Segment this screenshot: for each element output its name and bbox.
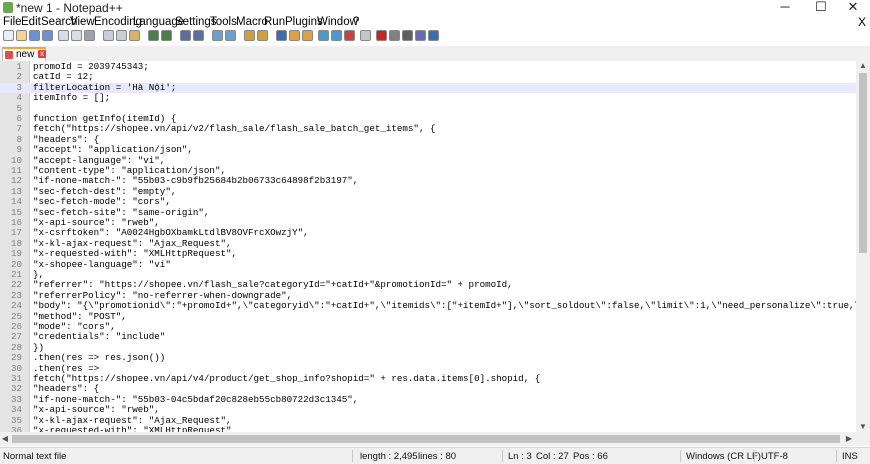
window-title: *new 1 - Notepad++ [16,1,123,15]
title-bar: *new 1 - Notepad++ ─ ☐ ✕ [0,0,870,15]
menu-file[interactable]: File [3,16,22,28]
scrollbar-corner [856,432,870,446]
status-ln: Ln : 3 [508,451,532,462]
code-line[interactable]: 29 .then(res => res.json()) [0,352,856,363]
horizontal-scroll-thumb[interactable] [12,435,840,443]
function-list-icon[interactable] [331,30,342,41]
toolbar [0,29,870,46]
unsaved-file-icon [5,51,13,59]
tab-new-1[interactable]: new 1 x [2,47,46,61]
status-file-type: Normal text file [3,451,67,462]
copy-icon[interactable] [116,30,127,41]
monitoring-icon[interactable] [360,30,371,41]
sync-vertical-icon[interactable] [244,30,255,41]
close-all-icon[interactable] [71,30,82,41]
folder-workspace-icon[interactable] [344,30,355,41]
cut-icon[interactable] [103,30,114,41]
open-file-icon[interactable] [16,30,27,41]
status-insert-mode: INS [842,451,858,462]
code-text[interactable]: fetch("https://shopee.vn/api/v4/product/… [33,373,540,384]
menu-view[interactable]: View [70,16,95,28]
horizontal-scrollbar[interactable]: ◀ ▶ [0,432,856,446]
replace-icon[interactable] [193,30,204,41]
code-text[interactable]: "credentials": "include" [33,331,165,342]
scroll-up-arrow-icon[interactable]: ▲ [856,61,870,71]
redo-icon[interactable] [161,30,172,41]
maximize-button[interactable]: ☐ [806,0,836,15]
status-eol: Windows (CR LF) [686,451,761,462]
minimize-button[interactable]: ─ [770,0,800,15]
run-macro-multiple-icon[interactable] [415,30,426,41]
word-wrap-icon[interactable] [276,30,287,41]
close-icon[interactable] [58,30,69,41]
vertical-scroll-thumb[interactable] [859,73,867,253]
scroll-left-arrow-icon[interactable]: ◀ [0,432,10,446]
play-macro-icon[interactable] [402,30,413,41]
vertical-scrollbar[interactable]: ▲ ▼ [856,61,870,432]
code-line[interactable]: 20 "x-shopee-language": "vi" [0,259,856,270]
status-length: length : 2,495 [360,451,418,462]
code-line[interactable]: 31 fetch("https://shopee.vn/api/v4/produc… [0,373,856,384]
status-col: Col : 27 [536,451,569,462]
show-all-chars-icon[interactable] [289,30,300,41]
print-icon[interactable] [84,30,95,41]
code-line[interactable]: 1 promoId = 2039745343; [0,61,856,72]
close-document-button[interactable]: X [858,15,866,29]
code-line[interactable]: 27 "credentials": "include" [0,331,856,342]
stop-record-icon[interactable] [389,30,400,41]
menu-bar: File Edit Search View Encoding Language … [0,15,870,29]
status-bar: Normal text file length : 2,495 lines : … [0,447,870,464]
save-icon[interactable] [29,30,40,41]
zoom-out-icon[interactable] [225,30,236,41]
find-icon[interactable] [180,30,191,41]
document-map-icon[interactable] [318,30,329,41]
close-button[interactable]: ✕ [838,0,868,15]
code-line[interactable]: 7 fetch("https://shopee.vn/api/v2/flash_s… [0,123,856,134]
code-text[interactable]: "x-shopee-language": "vi" [33,259,171,270]
code-line[interactable]: 4 itemInfo = []; [0,92,856,103]
zoom-in-icon[interactable] [212,30,223,41]
status-divider [352,450,353,462]
paste-icon[interactable] [129,30,140,41]
indent-guide-icon[interactable] [302,30,313,41]
status-encoding: UTF-8 [761,451,788,462]
status-divider [680,450,681,462]
code-text[interactable]: itemInfo = []; [33,92,110,103]
code-editor[interactable]: 1 promoId = 2039745343; 2 catId = 12; 3 filte… [0,61,856,432]
status-divider [836,450,837,462]
status-divider [754,450,755,462]
sync-horizontal-icon[interactable] [257,30,268,41]
menu-run[interactable]: Run [264,16,285,28]
menu-tools[interactable]: Tools [210,16,237,28]
menu-help[interactable]: ? [353,16,359,28]
tab-bar: new 1 x [0,46,870,62]
code-line[interactable]: 25 "method": "POST", [0,311,856,322]
new-file-icon[interactable] [3,30,14,41]
menu-edit[interactable]: Edit [21,16,41,28]
scroll-right-arrow-icon[interactable]: ▶ [844,432,854,446]
status-lines: lines : 80 [418,451,457,462]
scroll-down-arrow-icon[interactable]: ▼ [856,422,870,432]
code-line[interactable]: 3 filterLocation = 'Hà Nội'; [0,82,856,94]
record-macro-icon[interactable] [376,30,387,41]
status-divider [502,450,503,462]
save-macro-icon[interactable] [428,30,439,41]
tab-close-icon[interactable]: x [38,50,46,58]
save-all-icon[interactable] [42,30,53,41]
code-text[interactable]: "body": "{\"promotionid\":"+promoId+",\"… [33,300,856,311]
status-pos: Pos : 66 [573,451,608,462]
code-line[interactable]: 24 "body": "{\"promotionid\":"+promoId+",… [0,300,856,311]
undo-icon[interactable] [148,30,159,41]
notepadpp-logo-icon [3,2,13,13]
menu-window[interactable]: Window [317,16,358,28]
